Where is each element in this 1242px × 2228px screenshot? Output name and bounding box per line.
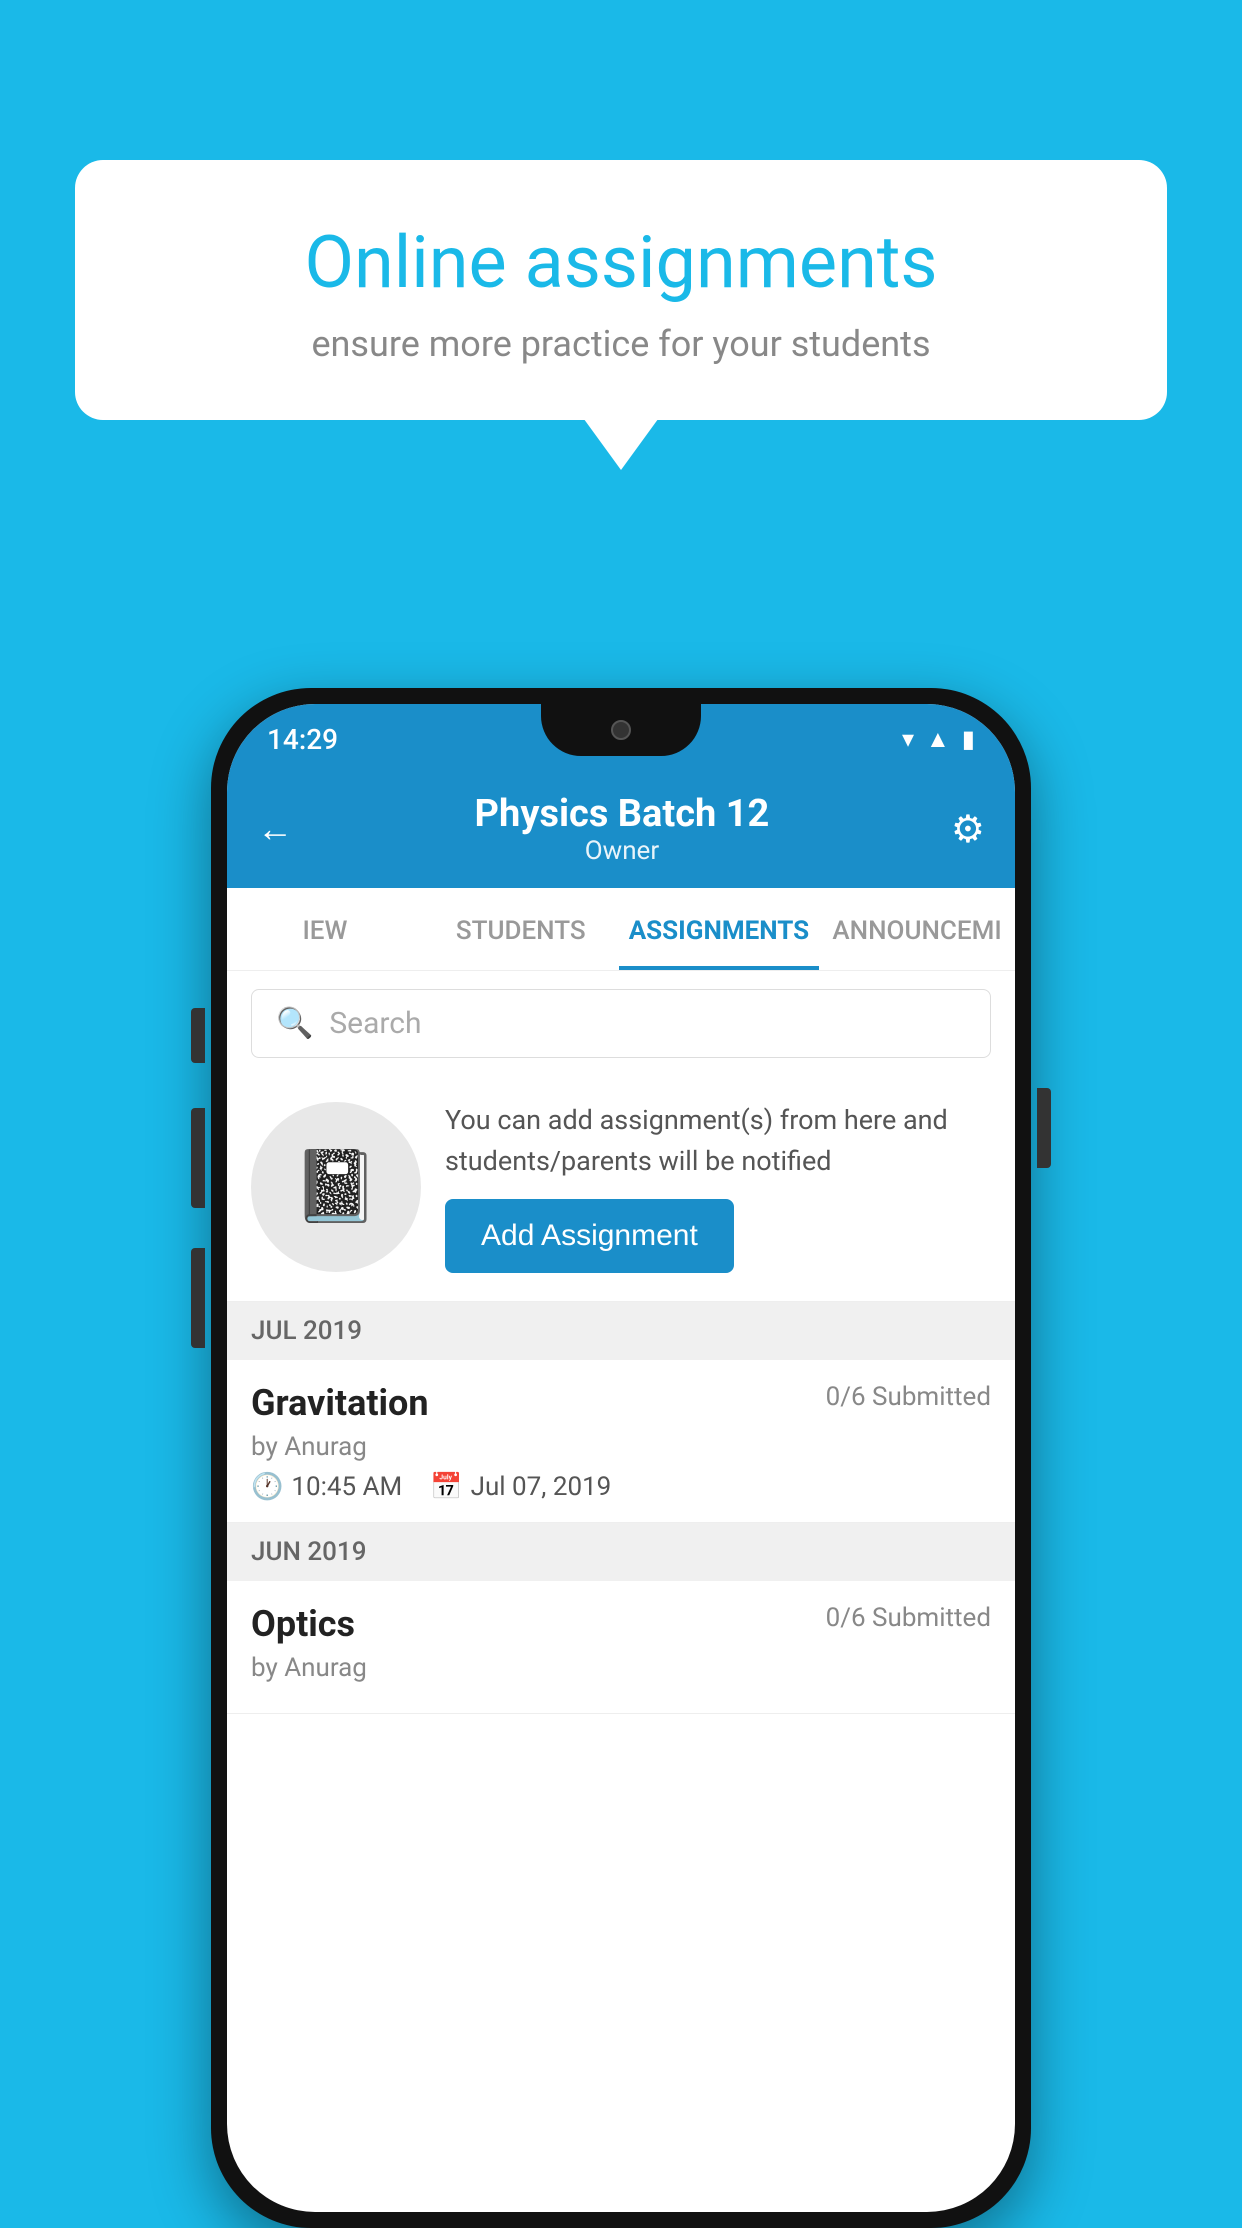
status-time: 14:29 bbox=[267, 723, 338, 756]
batch-title: Physics Batch 12 bbox=[475, 792, 770, 836]
bubble-title: Online assignments bbox=[145, 220, 1097, 305]
month-header-jun: JUN 2019 bbox=[227, 1523, 1015, 1581]
battery-icon: ▮ bbox=[962, 725, 975, 753]
phone-frame: 14:29 ▾ ▲ ▮ ← Physics Batch 12 Owner ⚙ I… bbox=[211, 688, 1031, 2228]
search-input-wrap[interactable]: 🔍 Search bbox=[251, 989, 991, 1058]
app-header: ← Physics Batch 12 Owner ⚙ bbox=[227, 774, 1015, 888]
promo-card: Online assignments ensure more practice … bbox=[75, 160, 1167, 420]
month-header-jul: JUL 2019 bbox=[227, 1302, 1015, 1360]
clock-icon: 🕐 bbox=[251, 1472, 283, 1502]
phone-screen: 14:29 ▾ ▲ ▮ ← Physics Batch 12 Owner ⚙ I… bbox=[227, 704, 1015, 2212]
assignment-name-optics: Optics bbox=[251, 1603, 355, 1645]
add-assignment-button[interactable]: Add Assignment bbox=[445, 1199, 734, 1273]
wifi-icon: ▾ bbox=[902, 725, 914, 753]
promo-content: You can add assignment(s) from here and … bbox=[445, 1100, 991, 1273]
gravitation-meta: 🕐 10:45 AM 📅 Jul 07, 2019 bbox=[251, 1472, 991, 1502]
owner-label: Owner bbox=[475, 836, 770, 866]
gravitation-time: 10:45 AM bbox=[291, 1472, 402, 1502]
tab-announcements[interactable]: ANNOUNCEMI bbox=[819, 888, 1015, 970]
gravitation-submitted: 0/6 Submitted bbox=[826, 1382, 991, 1412]
optics-author: by Anurag bbox=[251, 1653, 991, 1683]
signal-icon: ▲ bbox=[926, 725, 950, 754]
calendar-icon: 📅 bbox=[430, 1472, 462, 1502]
promo-icon-circle: 📓 bbox=[251, 1102, 421, 1272]
search-bar-container: 🔍 Search bbox=[227, 971, 1015, 1076]
volume-down-button bbox=[191, 1248, 205, 1348]
tab-students[interactable]: STUDENTS bbox=[423, 888, 619, 970]
volume-up-button bbox=[191, 1108, 205, 1208]
bubble-subtitle: ensure more practice for your students bbox=[145, 323, 1097, 365]
promo-section: 📓 You can add assignment(s) from here an… bbox=[227, 1076, 1015, 1302]
mute-button bbox=[191, 1008, 205, 1063]
gravitation-date-item: 📅 Jul 07, 2019 bbox=[430, 1472, 611, 1502]
gravitation-author: by Anurag bbox=[251, 1432, 991, 1462]
search-placeholder: Search bbox=[329, 1006, 421, 1041]
power-button bbox=[1037, 1088, 1051, 1168]
notebook-icon: 📓 bbox=[292, 1146, 379, 1228]
notch bbox=[541, 704, 701, 756]
promo-description: You can add assignment(s) from here and … bbox=[445, 1100, 991, 1181]
gravitation-time-item: 🕐 10:45 AM bbox=[251, 1472, 402, 1502]
optics-submitted: 0/6 Submitted bbox=[826, 1603, 991, 1633]
tab-iew[interactable]: IEW bbox=[227, 888, 423, 970]
settings-icon[interactable]: ⚙ bbox=[951, 807, 985, 852]
assignment-top: Gravitation 0/6 Submitted bbox=[251, 1382, 991, 1424]
assignment-name-gravitation: Gravitation bbox=[251, 1382, 429, 1424]
speech-bubble: Online assignments ensure more practice … bbox=[75, 160, 1167, 420]
status-icons: ▾ ▲ ▮ bbox=[902, 725, 975, 754]
camera bbox=[611, 720, 631, 740]
tab-bar: IEW STUDENTS ASSIGNMENTS ANNOUNCEMI bbox=[227, 888, 1015, 971]
assignment-optics[interactable]: Optics 0/6 Submitted by Anurag bbox=[227, 1581, 1015, 1714]
assignment-gravitation[interactable]: Gravitation 0/6 Submitted by Anurag 🕐 10… bbox=[227, 1360, 1015, 1523]
back-button[interactable]: ← bbox=[257, 808, 293, 850]
gravitation-date: Jul 07, 2019 bbox=[471, 1472, 612, 1502]
status-bar: 14:29 ▾ ▲ ▮ bbox=[227, 704, 1015, 774]
optics-top: Optics 0/6 Submitted bbox=[251, 1603, 991, 1645]
search-icon: 🔍 bbox=[276, 1006, 313, 1041]
tab-assignments[interactable]: ASSIGNMENTS bbox=[619, 888, 819, 970]
header-center: Physics Batch 12 Owner bbox=[475, 792, 770, 866]
